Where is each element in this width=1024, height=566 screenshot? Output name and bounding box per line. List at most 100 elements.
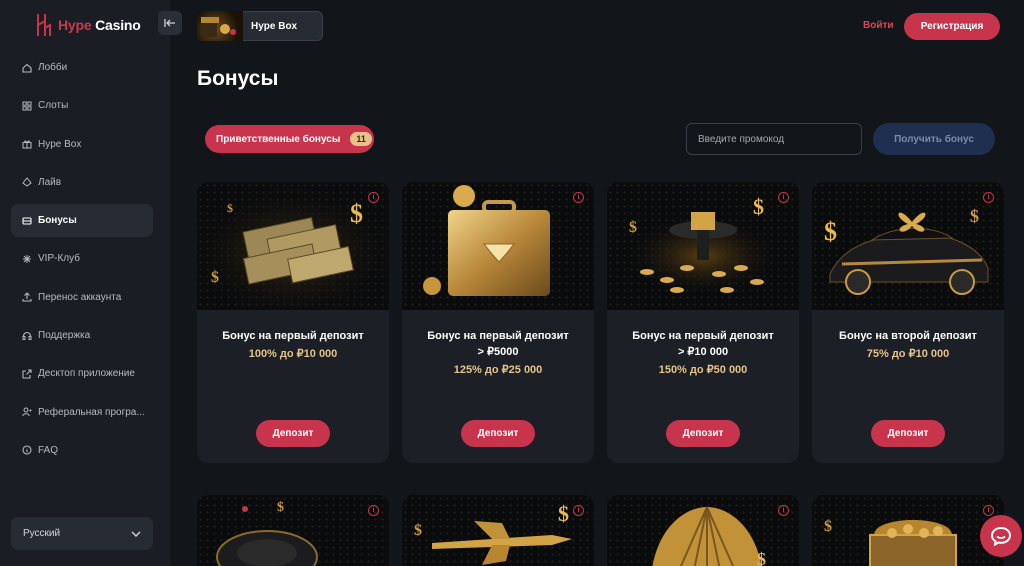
bonus-card-partial: $ i <box>197 495 389 566</box>
info-icon[interactable]: i <box>983 505 994 516</box>
bonus-card: $ $ i Бонус на первый депозит > ₽10 000 1… <box>607 182 799 463</box>
sidebar-item-live[interactable]: Лайв <box>11 166 153 199</box>
gift-icon <box>22 140 32 149</box>
sidebar-item-vip[interactable]: VIP-Клуб <box>11 242 153 275</box>
info-icon[interactable]: i <box>573 505 584 516</box>
card-subtitle: 125% до ₽25 000 <box>453 364 543 376</box>
hype-box-thumbnail <box>197 11 243 41</box>
deposit-button[interactable]: Депозит <box>666 420 740 447</box>
airplane-icon: $ $ <box>414 501 572 565</box>
treasure-chest-icon: $ <box>824 518 957 566</box>
info-icon <box>22 445 32 456</box>
deposit-button[interactable]: Депозит <box>461 420 535 447</box>
grid-icon <box>22 101 32 111</box>
collapse-sidebar-button[interactable] <box>158 11 182 35</box>
sidebar-item-lobby[interactable]: Лобби <box>11 51 153 84</box>
hype-box-art-icon <box>201 17 236 37</box>
sidebar-item-faq[interactable]: FAQ <box>11 434 153 467</box>
sidebar-item-hype-box[interactable]: Hype Box <box>11 128 153 161</box>
hype-box-chip[interactable]: Hype Box <box>197 11 323 41</box>
info-icon[interactable]: i <box>573 192 584 203</box>
bonus-image-briefcase: i <box>402 182 594 310</box>
card-subtitle: 75% до ₽10 000 <box>866 348 950 360</box>
register-button[interactable]: Регистрация <box>904 13 1000 40</box>
coins-icon: $ $ <box>623 194 783 293</box>
collapse-icon <box>164 19 175 27</box>
car-gift-icon: $ $ <box>824 206 989 295</box>
sidebar-item-desktop-app[interactable]: Десктоп приложение <box>11 357 153 390</box>
card-subtitle: 150% до ₽50 000 <box>658 364 748 376</box>
sidebar-item-label: Реферальная програ... <box>38 406 145 418</box>
external-link-icon <box>22 369 32 379</box>
card-subtitle: 100% до ₽10 000 <box>248 348 338 360</box>
bonus-card: $ $ $ i Бонус на первый депозит 100% до … <box>197 182 389 463</box>
shell-icon: $ <box>652 506 766 566</box>
spade-icon <box>22 177 32 188</box>
sidebar-item-label: Десктоп приложение <box>38 368 135 380</box>
card-title: Бонус на первый депозит > ₽5000 <box>427 330 569 358</box>
bonus-card-partial: $ i <box>607 495 799 566</box>
info-icon[interactable]: i <box>778 192 789 203</box>
svg-text:$: $ <box>824 518 832 535</box>
deposit-button[interactable]: Депозит <box>871 420 945 447</box>
bonus-image-coins: $ $ i <box>607 182 799 310</box>
home-icon <box>22 63 32 73</box>
page-title: Бонусы <box>197 67 279 90</box>
roulette-icon: $ <box>216 500 318 566</box>
money-stack-icon: $ $ $ <box>197 182 389 310</box>
deposit-button[interactable]: Депозит <box>256 420 330 447</box>
sidebar-item-label: Бонусы <box>38 215 77 227</box>
svg-text:$: $ <box>824 217 837 246</box>
bonus-image-money: $ $ $ i <box>197 182 389 310</box>
svg-text:$: $ <box>350 199 363 228</box>
info-icon[interactable]: i <box>368 505 379 516</box>
bonus-image-car: $ $ i <box>812 182 1004 310</box>
live-chat-button[interactable] <box>980 515 1022 557</box>
card-title: Бонус на первый депозит > ₽10 000 <box>632 330 774 358</box>
briefcase-icon <box>423 185 550 296</box>
sidebar-item-label: Лайв <box>38 176 62 188</box>
sidebar-item-support[interactable]: Поддержка <box>11 319 153 352</box>
logo-mark-icon <box>37 14 51 36</box>
sidebar-nav: Лобби Слоты Hype Box Лайв Бонусы VIP-Клу… <box>11 51 153 472</box>
sidebar-item-label: Слоты <box>38 100 69 112</box>
sidebar-item-label: Hype Box <box>38 138 82 150</box>
info-icon[interactable]: i <box>778 505 789 516</box>
svg-text:$: $ <box>414 522 422 539</box>
svg-text:$: $ <box>211 269 219 286</box>
svg-text:$: $ <box>753 194 764 219</box>
transfer-icon <box>22 292 32 302</box>
brand-name: Hype Casino <box>58 17 141 33</box>
login-link[interactable]: Войти <box>863 20 894 31</box>
sidebar: Hype Casino Лобби Слоты Hype Box Лайв Бо… <box>0 0 182 566</box>
promo-code-input[interactable] <box>686 123 862 155</box>
svg-text:$: $ <box>970 206 979 226</box>
card-title: Бонус на первый депозит <box>222 330 364 342</box>
bonus-card: i Бонус на первый депозит > ₽5000 125% до… <box>402 182 594 463</box>
sidebar-item-label: Поддержка <box>38 330 91 342</box>
hype-box-label: Hype Box <box>251 20 298 32</box>
count-badge: 11 <box>350 132 372 146</box>
tab-label: Приветственные бонусы <box>216 133 341 145</box>
sidebar-item-account-transfer[interactable]: Перенос аккаунта <box>11 281 153 314</box>
chevron-down-icon <box>131 531 141 537</box>
info-icon[interactable]: i <box>983 192 994 203</box>
sidebar-item-label: FAQ <box>38 444 59 456</box>
sidebar-item-slots[interactable]: Слоты <box>11 89 153 122</box>
language-select[interactable]: Русский <box>11 517 153 550</box>
svg-text:$: $ <box>227 201 233 215</box>
svg-text:$: $ <box>277 500 284 515</box>
tab-welcome-bonuses[interactable]: Приветственные бонусы 11 <box>205 125 374 153</box>
referral-icon <box>22 407 32 417</box>
get-bonus-button[interactable]: Получить бонус <box>873 123 995 155</box>
brand-logo[interactable]: Hype Casino <box>36 12 141 38</box>
sidebar-item-referral[interactable]: Реферальная програ... <box>11 396 153 429</box>
headset-icon <box>22 331 32 340</box>
svg-text:$: $ <box>757 549 766 566</box>
info-icon[interactable]: i <box>368 192 379 203</box>
language-label: Русский <box>23 528 61 539</box>
svg-text:$: $ <box>629 219 637 236</box>
vip-icon <box>23 254 31 263</box>
sidebar-item-label: Лобби <box>38 62 68 73</box>
sidebar-item-bonuses[interactable]: Бонусы <box>11 204 153 238</box>
